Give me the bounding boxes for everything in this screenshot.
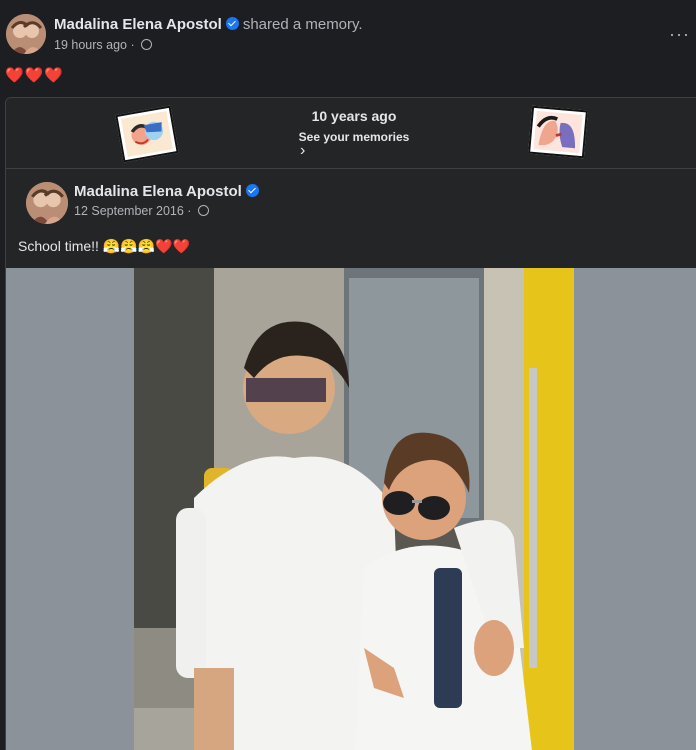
- post-action: shared a memory.: [242, 16, 363, 33]
- memory-banner[interactable]: 10 years ago See your memories ›: [6, 98, 696, 169]
- memory-author-name[interactable]: Madalina Elena Apostol: [74, 183, 242, 200]
- verified-badge-icon: [245, 184, 259, 197]
- memory-date[interactable]: 12 September 2016: [74, 204, 184, 218]
- post-meta: 19 hours ago ·: [54, 38, 153, 52]
- memory-post-text: School time!! 😤😤😤❤️❤️: [18, 238, 190, 254]
- post-header: Madalina Elena Apostol shared a memory. 1…: [0, 0, 696, 96]
- post-text: ❤️❤️❤️: [5, 67, 65, 84]
- memory-author-avatar[interactable]: [26, 182, 68, 224]
- memory-author-line: Madalina Elena Apostol: [74, 183, 259, 200]
- memory-meta: 12 September 2016 ·: [74, 204, 209, 218]
- post-timestamp[interactable]: 19 hours ago: [54, 38, 127, 52]
- memory-title: 10 years ago: [311, 108, 397, 124]
- post-photo[interactable]: [134, 268, 574, 750]
- memory-card: 10 years ago See your memories › Madalin…: [5, 97, 696, 750]
- author-avatar[interactable]: [6, 14, 46, 54]
- chevron-right-icon[interactable]: ›: [300, 142, 305, 160]
- verified-badge-icon: [225, 17, 239, 30]
- globe-icon: [197, 205, 209, 216]
- globe-icon: [141, 39, 153, 50]
- see-memories-link[interactable]: See your memories: [6, 130, 696, 144]
- kiss-sticker-icon: [528, 105, 588, 159]
- author-name[interactable]: Madalina Elena Apostol: [54, 16, 222, 33]
- author-name-line: Madalina Elena Apostol shared a memory.: [54, 16, 363, 33]
- photo-container[interactable]: [6, 268, 696, 750]
- more-options-icon[interactable]: ···: [669, 24, 690, 45]
